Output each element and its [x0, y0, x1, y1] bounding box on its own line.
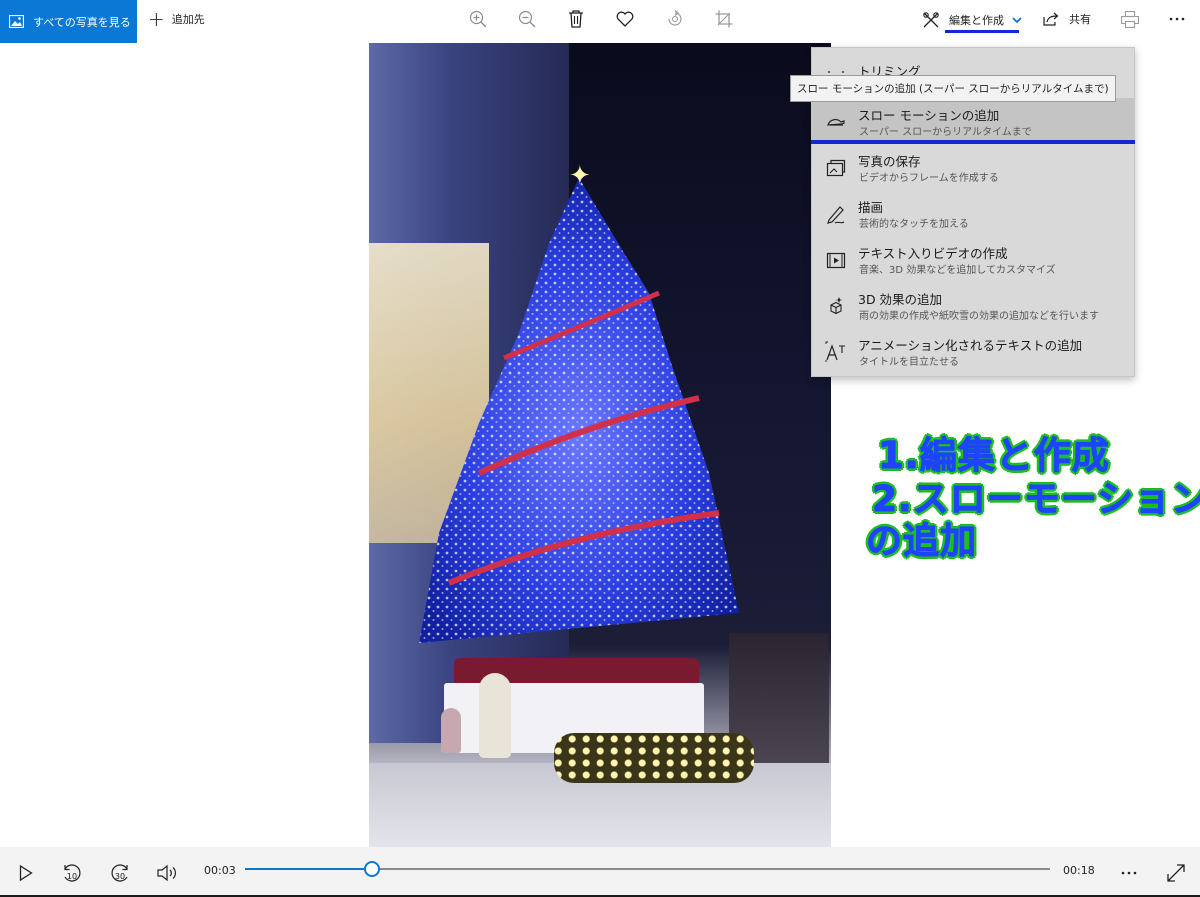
menu-item-subtitle: スーパー スローからリアルタイムまで [859, 127, 1032, 138]
video-frame: ✦ [369, 43, 831, 847]
zoom-in-button[interactable] [467, 8, 489, 30]
see-all-photos-button[interactable]: すべての写真を見る [0, 0, 137, 43]
more-options-button[interactable] [1166, 8, 1188, 30]
chevron-down-icon [1012, 16, 1022, 23]
fullscreen-button[interactable] [1164, 861, 1188, 885]
more-icon [1121, 871, 1137, 875]
skip-back-icon: 10 [64, 864, 81, 882]
menu-item-save-photo[interactable]: 写真の保存 ビデオからフレームを作成する [812, 144, 1134, 190]
seek-bar[interactable] [245, 861, 1050, 877]
child-image-part [441, 708, 461, 753]
print-button[interactable] [1119, 8, 1141, 30]
menu-item-subtitle: 雨の効果の作成や紙吹雪の効果の追加などを行います [859, 311, 1099, 322]
skip-back-button[interactable]: 10 [60, 861, 84, 885]
menu-item-title: スロー モーションの追加 [858, 108, 1000, 123]
top-toolbar: すべての写真を見る + 追加先 編集と作成 共有 [0, 0, 1200, 43]
share-icon [1043, 12, 1059, 26]
menu-item-3d-effects[interactable]: 3D 効果の追加 雨の効果の作成や紙吹雪の効果の追加などを行います [812, 282, 1134, 328]
menu-item-subtitle: タイトルを目立たせる [859, 357, 959, 368]
person-image-part [479, 673, 511, 758]
seek-bar-thumb[interactable] [364, 861, 380, 877]
add-to-button[interactable]: + 追加先 [148, 0, 205, 37]
menu-item-slow-motion[interactable]: スロー モーションの追加 スーパー スローからリアルタイムまで [812, 98, 1134, 144]
edit-create-icon [923, 12, 939, 28]
favorite-button[interactable] [614, 8, 636, 30]
zoom-in-icon [469, 10, 487, 28]
volume-button[interactable] [156, 861, 180, 885]
save-photo-icon [826, 159, 846, 177]
menu-item-title: 写真の保存 [858, 154, 921, 169]
total-time: 00:18 [1063, 864, 1095, 877]
delete-icon [569, 10, 583, 28]
delete-button[interactable] [565, 8, 587, 30]
photos-icon [9, 15, 24, 28]
skip-forward-label: 30 [115, 872, 125, 881]
favorite-icon [616, 11, 634, 27]
menu-item-title: 3D 効果の追加 [858, 292, 943, 307]
add-to-label: 追加先 [171, 12, 205, 26]
seek-bar-progress [245, 868, 371, 870]
rotate-button[interactable] [664, 8, 686, 30]
more-icon [1169, 17, 1185, 21]
draw-icon [827, 206, 845, 224]
fullscreen-icon [1167, 864, 1185, 882]
player-more-button[interactable] [1117, 861, 1141, 885]
plus-icon: + [148, 6, 165, 31]
skip-forward-button[interactable]: 30 [108, 861, 132, 885]
menu-item-subtitle: 音楽、3D 効果などを追加してカスタマイズ [859, 265, 1056, 276]
menu-item-title: アニメーション化されるテキストの追加 [858, 338, 1083, 353]
annotation-step-2-cont: の追加 [865, 521, 978, 563]
edit-create-highlight [945, 30, 1019, 33]
tree-star-image-part: ✦ [569, 161, 591, 191]
menu-item-subtitle: ビデオからフレームを作成する [859, 173, 999, 184]
rotate-icon [668, 10, 682, 26]
christmas-tree-image [419, 178, 739, 643]
print-icon [1121, 10, 1139, 28]
slow-motion-icon [827, 119, 845, 126]
zoom-out-button[interactable] [516, 8, 538, 30]
edit-create-button[interactable]: 編集と作成 [922, 8, 1022, 32]
menu-item-draw[interactable]: 描画 芸術的なタッチを加える [812, 190, 1134, 236]
animated-text-icon [825, 341, 845, 362]
3d-effects-icon [830, 297, 843, 315]
video-text-icon [826, 252, 846, 269]
share-button[interactable]: 共有 [1043, 8, 1091, 30]
skip-back-label: 10 [67, 872, 77, 881]
ground-lights-image-part [554, 733, 754, 783]
crop-icon [715, 10, 733, 28]
slow-motion-tooltip: スロー モーションの追加 (スーパー スローからリアルタイムまで) [790, 75, 1116, 102]
play-button[interactable] [14, 861, 38, 885]
see-all-photos-label: すべての写真を見る [33, 15, 131, 29]
menu-item-subtitle: 芸術的なタッチを加える [859, 219, 969, 230]
current-time: 00:03 [204, 864, 236, 877]
edit-create-label: 編集と作成 [949, 14, 1004, 27]
media-player-bar: 10 30 00:03 00:18 [0, 847, 1200, 897]
menu-item-video-with-text[interactable]: テキスト入りビデオの作成 音楽、3D 効果などを追加してカスタマイズ [812, 236, 1134, 282]
crop-button[interactable] [713, 8, 735, 30]
play-icon [19, 865, 33, 881]
share-label: 共有 [1069, 13, 1091, 26]
volume-icon [157, 864, 176, 882]
menu-item-animated-text[interactable]: アニメーション化されるテキストの追加 タイトルを目立たせる [812, 328, 1134, 374]
skip-forward-icon: 30 [111, 864, 128, 882]
menu-item-title: 描画 [858, 200, 884, 215]
zoom-out-icon [518, 10, 536, 28]
menu-item-title: テキスト入りビデオの作成 [858, 246, 1008, 261]
slow-motion-highlight [811, 140, 1135, 144]
